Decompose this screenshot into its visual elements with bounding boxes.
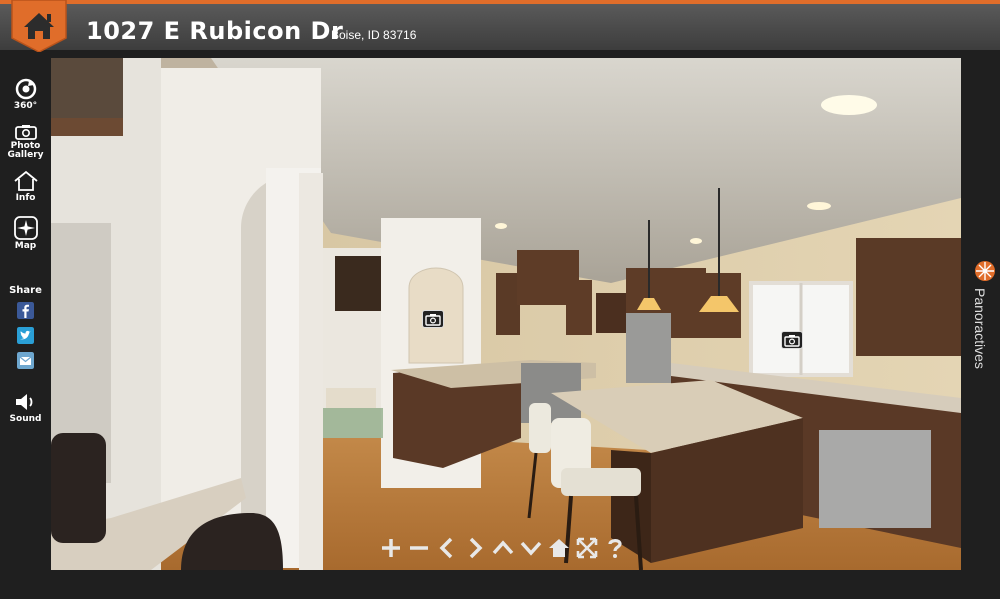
zoom-out-icon[interactable] [407, 536, 431, 560]
speaker-icon [15, 394, 32, 410]
house-icon [13, 170, 38, 191]
sidebar-item-label: 360° [13, 101, 38, 111]
sidebar-item-photo-gallery[interactable]: Photo Gallery [0, 124, 51, 160]
sidebar-item-360[interactable]: 360° [0, 78, 51, 111]
property-address: 1027 E Rubicon Dr [86, 17, 344, 45]
zoom-in-icon[interactable] [379, 536, 403, 560]
sidebar-item-info[interactable]: Info [0, 170, 51, 203]
hotspot-camera-icon[interactable] [422, 310, 444, 328]
twitter-icon[interactable] [17, 327, 34, 344]
brand-name[interactable]: Panoractives [972, 288, 988, 369]
property-city: Boise, ID 83716 [331, 28, 417, 42]
sidebar-item-label: Info [15, 193, 36, 203]
facebook-icon[interactable] [17, 302, 34, 319]
home-logo-icon[interactable] [10, 0, 68, 52]
sound-label: Sound [9, 414, 42, 424]
share-label: Share [9, 285, 42, 296]
sidebar-item-map[interactable]: Map [0, 216, 51, 251]
fullscreen-icon[interactable] [575, 536, 599, 560]
pan-left-icon[interactable] [435, 536, 459, 560]
compass-icon [13, 216, 38, 240]
pan-up-icon[interactable] [491, 536, 515, 560]
email-icon[interactable] [17, 352, 34, 369]
pan-down-icon[interactable] [519, 536, 543, 560]
kitchen-panorama-image [51, 58, 961, 570]
help-icon[interactable] [603, 536, 627, 560]
sidebar-item-label: Photo Gallery [7, 141, 44, 160]
pan-right-icon[interactable] [463, 536, 487, 560]
sidebar: 360° Photo Gallery Info Map Share Sound [0, 58, 51, 578]
header-bar: 1027 E Rubicon Dr Boise, ID 83716 [0, 4, 1000, 50]
hotspot-camera-icon[interactable] [781, 331, 803, 349]
camera-icon [14, 125, 37, 140]
panorama-viewer[interactable] [51, 58, 961, 570]
home-icon[interactable] [547, 536, 571, 560]
sound-button[interactable]: Sound [0, 391, 51, 424]
panoractives-logo-icon[interactable] [972, 258, 998, 284]
360-icon [15, 78, 36, 100]
sidebar-item-label: Map [14, 241, 37, 251]
